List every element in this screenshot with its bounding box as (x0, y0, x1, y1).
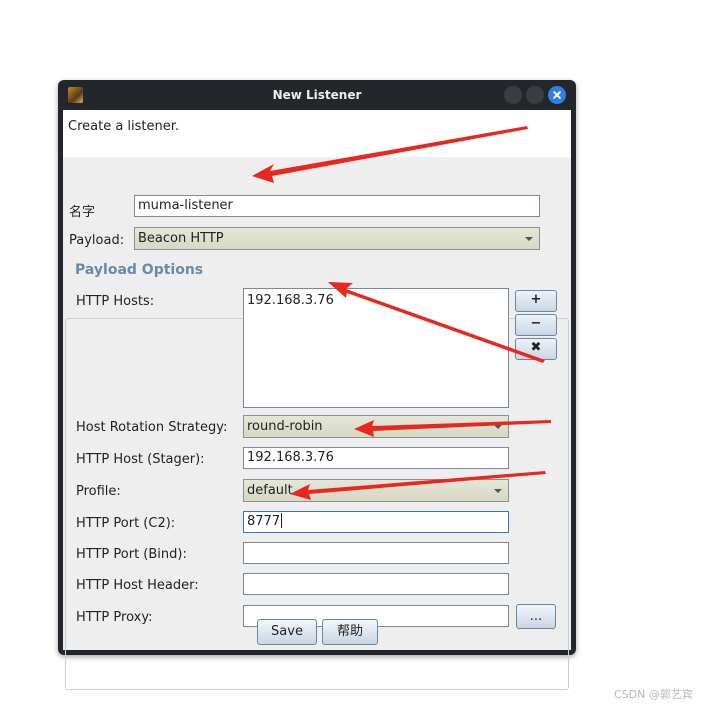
name-label: 名字 (69, 205, 96, 220)
close-button[interactable] (548, 86, 566, 104)
minimize-button[interactable] (504, 86, 522, 104)
http-host-header-field[interactable] (243, 573, 509, 595)
http-host-header-label: HTTP Host Header: (76, 578, 199, 593)
http-host-stager-label: HTTP Host (Stager): (76, 452, 205, 467)
profile-select[interactable]: default (243, 479, 509, 502)
close-icon: ✖ (530, 340, 542, 355)
payload-select-value: Beacon HTTP (138, 231, 224, 246)
payload-select[interactable]: Beacon HTTP (134, 227, 540, 250)
proxy-browse-button[interactable]: ... (516, 604, 556, 629)
description-text: Create a listener. (68, 119, 180, 134)
chevron-down-icon (520, 230, 537, 247)
csdn-watermark: CSDN @郭艺宾 (614, 688, 693, 701)
rotation-strategy-select[interactable]: round-robin (243, 415, 509, 438)
profile-value: default (247, 483, 293, 498)
chevron-down-icon (489, 482, 506, 499)
http-host-stager-field[interactable]: 192.168.3.76 (243, 447, 509, 469)
help-button[interactable]: 帮助 (322, 619, 378, 645)
description-panel: Create a listener. (63, 110, 571, 157)
http-proxy-label: HTTP Proxy: (76, 610, 153, 625)
http-hosts-label: HTTP Hosts: (76, 294, 155, 309)
http-port-bind-field[interactable] (243, 542, 509, 564)
remove-host-button[interactable]: − (515, 314, 557, 336)
rotation-strategy-value: round-robin (247, 419, 323, 434)
add-host-button[interactable]: + (515, 290, 557, 312)
text-caret (281, 513, 283, 528)
plus-icon: + (530, 292, 542, 307)
name-field[interactable]: muma-listener (134, 195, 540, 217)
http-port-c2-value: 8777 (247, 514, 281, 529)
dialog-body: Create a listener. 名字 muma-listener Payl… (63, 110, 571, 690)
title-bar[interactable]: New Listener (58, 80, 576, 110)
clear-hosts-button[interactable]: ✖ (515, 338, 557, 360)
http-port-c2-label: HTTP Port (C2): (76, 516, 176, 531)
http-hosts-list[interactable]: 192.168.3.76 (243, 288, 509, 408)
rotation-strategy-label: Host Rotation Strategy: (76, 420, 228, 435)
payload-options-title: Payload Options (73, 262, 206, 278)
minus-icon: − (530, 316, 542, 331)
http-hosts-item[interactable]: 192.168.3.76 (247, 293, 334, 308)
maximize-button[interactable] (526, 86, 544, 104)
save-button[interactable]: Save (257, 619, 317, 645)
http-port-bind-label: HTTP Port (Bind): (76, 547, 187, 562)
http-port-c2-field[interactable]: 8777 (243, 511, 509, 533)
payload-label: Payload: (69, 233, 125, 248)
profile-label: Profile: (76, 484, 121, 499)
window-title: New Listener (272, 88, 362, 102)
chevron-down-icon (489, 418, 506, 435)
new-listener-dialog: New Listener Create a listener. 名字 muma-… (58, 80, 576, 690)
